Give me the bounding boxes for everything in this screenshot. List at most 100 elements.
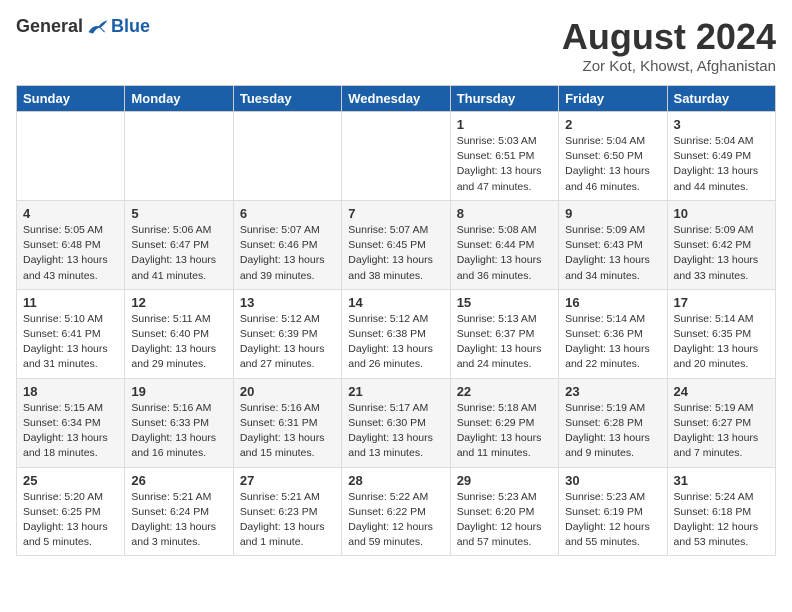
day-info: Sunrise: 5:05 AM Sunset: 6:48 PM Dayligh… — [23, 223, 118, 284]
calendar-week-row: 4 Sunrise: 5:05 AM Sunset: 6:48 PM Daylig… — [17, 200, 776, 289]
table-row: 10 Sunrise: 5:09 AM Sunset: 6:42 PM Dayli… — [667, 200, 775, 289]
day-number: 14 — [348, 295, 443, 310]
logo-bird-icon — [87, 18, 109, 36]
header-friday: Friday — [559, 86, 667, 112]
day-number: 25 — [23, 473, 118, 488]
day-number: 15 — [457, 295, 552, 310]
day-number: 30 — [565, 473, 660, 488]
day-number: 27 — [240, 473, 335, 488]
title-area: August 2024 Zor Kot, Khowst, Afghanistan — [562, 16, 776, 75]
day-info: Sunrise: 5:03 AM Sunset: 6:51 PM Dayligh… — [457, 134, 552, 195]
table-row: 7 Sunrise: 5:07 AM Sunset: 6:45 PM Daylig… — [342, 200, 450, 289]
day-info: Sunrise: 5:08 AM Sunset: 6:44 PM Dayligh… — [457, 223, 552, 284]
logo-blue-text: Blue — [111, 16, 150, 37]
table-row: 21 Sunrise: 5:17 AM Sunset: 6:30 PM Dayli… — [342, 378, 450, 467]
day-info: Sunrise: 5:18 AM Sunset: 6:29 PM Dayligh… — [457, 401, 552, 462]
day-info: Sunrise: 5:12 AM Sunset: 6:39 PM Dayligh… — [240, 312, 335, 373]
header-sunday: Sunday — [17, 86, 125, 112]
table-row: 1 Sunrise: 5:03 AM Sunset: 6:51 PM Daylig… — [450, 112, 558, 201]
table-row: 8 Sunrise: 5:08 AM Sunset: 6:44 PM Daylig… — [450, 200, 558, 289]
day-info: Sunrise: 5:04 AM Sunset: 6:49 PM Dayligh… — [674, 134, 769, 195]
table-row: 29Sunrise: 5:23 AM Sunset: 6:20 PM Dayli… — [450, 467, 558, 556]
month-year-title: August 2024 — [562, 16, 776, 58]
day-info: Sunrise: 5:21 AM Sunset: 6:23 PM Dayligh… — [240, 490, 335, 551]
table-row: 6 Sunrise: 5:07 AM Sunset: 6:46 PM Daylig… — [233, 200, 341, 289]
day-info: Sunrise: 5:10 AM Sunset: 6:41 PM Dayligh… — [23, 312, 118, 373]
day-info: Sunrise: 5:14 AM Sunset: 6:35 PM Dayligh… — [674, 312, 769, 373]
table-row: 20Sunrise: 5:16 AM Sunset: 6:31 PM Dayli… — [233, 378, 341, 467]
calendar-week-row: 1 Sunrise: 5:03 AM Sunset: 6:51 PM Daylig… — [17, 112, 776, 201]
day-info: Sunrise: 5:09 AM Sunset: 6:42 PM Dayligh… — [674, 223, 769, 284]
table-row: 31 Sunrise: 5:24 AM Sunset: 6:18 PM Dayli… — [667, 467, 775, 556]
day-number: 12 — [131, 295, 226, 310]
day-number: 8 — [457, 206, 552, 221]
day-info: Sunrise: 5:19 AM Sunset: 6:27 PM Dayligh… — [674, 401, 769, 462]
page-header: General Blue August 2024 Zor Kot, Khowst… — [16, 16, 776, 75]
location-subtitle: Zor Kot, Khowst, Afghanistan — [562, 58, 776, 75]
day-info: Sunrise: 5:20 AM Sunset: 6:25 PM Dayligh… — [23, 490, 118, 551]
calendar-week-row: 11Sunrise: 5:10 AM Sunset: 6:41 PM Dayli… — [17, 289, 776, 378]
table-row: 12 Sunrise: 5:11 AM Sunset: 6:40 PM Dayli… — [125, 289, 233, 378]
day-number: 16 — [565, 295, 660, 310]
day-info: Sunrise: 5:21 AM Sunset: 6:24 PM Dayligh… — [131, 490, 226, 551]
header-wednesday: Wednesday — [342, 86, 450, 112]
day-number: 6 — [240, 206, 335, 221]
table-row — [17, 112, 125, 201]
day-info: Sunrise: 5:22 AM Sunset: 6:22 PM Dayligh… — [348, 490, 443, 551]
calendar-week-row: 25 Sunrise: 5:20 AM Sunset: 6:25 PM Dayli… — [17, 467, 776, 556]
day-number: 10 — [674, 206, 769, 221]
table-row: 2Sunrise: 5:04 AM Sunset: 6:50 PM Daylig… — [559, 112, 667, 201]
day-number: 18 — [23, 384, 118, 399]
day-info: Sunrise: 5:07 AM Sunset: 6:45 PM Dayligh… — [348, 223, 443, 284]
table-row: 24Sunrise: 5:19 AM Sunset: 6:27 PM Dayli… — [667, 378, 775, 467]
table-row: 30 Sunrise: 5:23 AM Sunset: 6:19 PM Dayli… — [559, 467, 667, 556]
day-info: Sunrise: 5:09 AM Sunset: 6:43 PM Dayligh… — [565, 223, 660, 284]
day-info: Sunrise: 5:16 AM Sunset: 6:33 PM Dayligh… — [131, 401, 226, 462]
logo-general-text: General — [16, 16, 83, 37]
day-number: 20 — [240, 384, 335, 399]
day-number: 31 — [674, 473, 769, 488]
day-number: 28 — [348, 473, 443, 488]
table-row: 22 Sunrise: 5:18 AM Sunset: 6:29 PM Dayli… — [450, 378, 558, 467]
day-number: 22 — [457, 384, 552, 399]
day-info: Sunrise: 5:06 AM Sunset: 6:47 PM Dayligh… — [131, 223, 226, 284]
table-row — [125, 112, 233, 201]
table-row: 14 Sunrise: 5:12 AM Sunset: 6:38 PM Dayli… — [342, 289, 450, 378]
table-row: 13 Sunrise: 5:12 AM Sunset: 6:39 PM Dayli… — [233, 289, 341, 378]
day-number: 9 — [565, 206, 660, 221]
calendar-header-row: Sunday Monday Tuesday Wednesday Thursday… — [17, 86, 776, 112]
day-number: 5 — [131, 206, 226, 221]
day-info: Sunrise: 5:24 AM Sunset: 6:18 PM Dayligh… — [674, 490, 769, 551]
table-row — [233, 112, 341, 201]
calendar-week-row: 18Sunrise: 5:15 AM Sunset: 6:34 PM Dayli… — [17, 378, 776, 467]
table-row: 3 Sunrise: 5:04 AM Sunset: 6:49 PM Daylig… — [667, 112, 775, 201]
calendar-table: Sunday Monday Tuesday Wednesday Thursday… — [16, 85, 776, 556]
header-tuesday: Tuesday — [233, 86, 341, 112]
day-number: 7 — [348, 206, 443, 221]
day-number: 29 — [457, 473, 552, 488]
day-info: Sunrise: 5:07 AM Sunset: 6:46 PM Dayligh… — [240, 223, 335, 284]
logo: General Blue — [16, 16, 150, 37]
day-info: Sunrise: 5:14 AM Sunset: 6:36 PM Dayligh… — [565, 312, 660, 373]
header-monday: Monday — [125, 86, 233, 112]
day-number: 1 — [457, 117, 552, 132]
table-row — [342, 112, 450, 201]
day-info: Sunrise: 5:17 AM Sunset: 6:30 PM Dayligh… — [348, 401, 443, 462]
table-row: 16 Sunrise: 5:14 AM Sunset: 6:36 PM Dayli… — [559, 289, 667, 378]
day-number: 4 — [23, 206, 118, 221]
day-info: Sunrise: 5:11 AM Sunset: 6:40 PM Dayligh… — [131, 312, 226, 373]
table-row: 18Sunrise: 5:15 AM Sunset: 6:34 PM Dayli… — [17, 378, 125, 467]
table-row: 23Sunrise: 5:19 AM Sunset: 6:28 PM Dayli… — [559, 378, 667, 467]
table-row: 27 Sunrise: 5:21 AM Sunset: 6:23 PM Dayli… — [233, 467, 341, 556]
table-row: 4 Sunrise: 5:05 AM Sunset: 6:48 PM Daylig… — [17, 200, 125, 289]
day-number: 21 — [348, 384, 443, 399]
day-number: 13 — [240, 295, 335, 310]
day-info: Sunrise: 5:23 AM Sunset: 6:19 PM Dayligh… — [565, 490, 660, 551]
table-row: 25 Sunrise: 5:20 AM Sunset: 6:25 PM Dayli… — [17, 467, 125, 556]
day-info: Sunrise: 5:12 AM Sunset: 6:38 PM Dayligh… — [348, 312, 443, 373]
header-saturday: Saturday — [667, 86, 775, 112]
table-row: 11Sunrise: 5:10 AM Sunset: 6:41 PM Dayli… — [17, 289, 125, 378]
table-row: 15Sunrise: 5:13 AM Sunset: 6:37 PM Dayli… — [450, 289, 558, 378]
day-number: 3 — [674, 117, 769, 132]
table-row: 17Sunrise: 5:14 AM Sunset: 6:35 PM Dayli… — [667, 289, 775, 378]
